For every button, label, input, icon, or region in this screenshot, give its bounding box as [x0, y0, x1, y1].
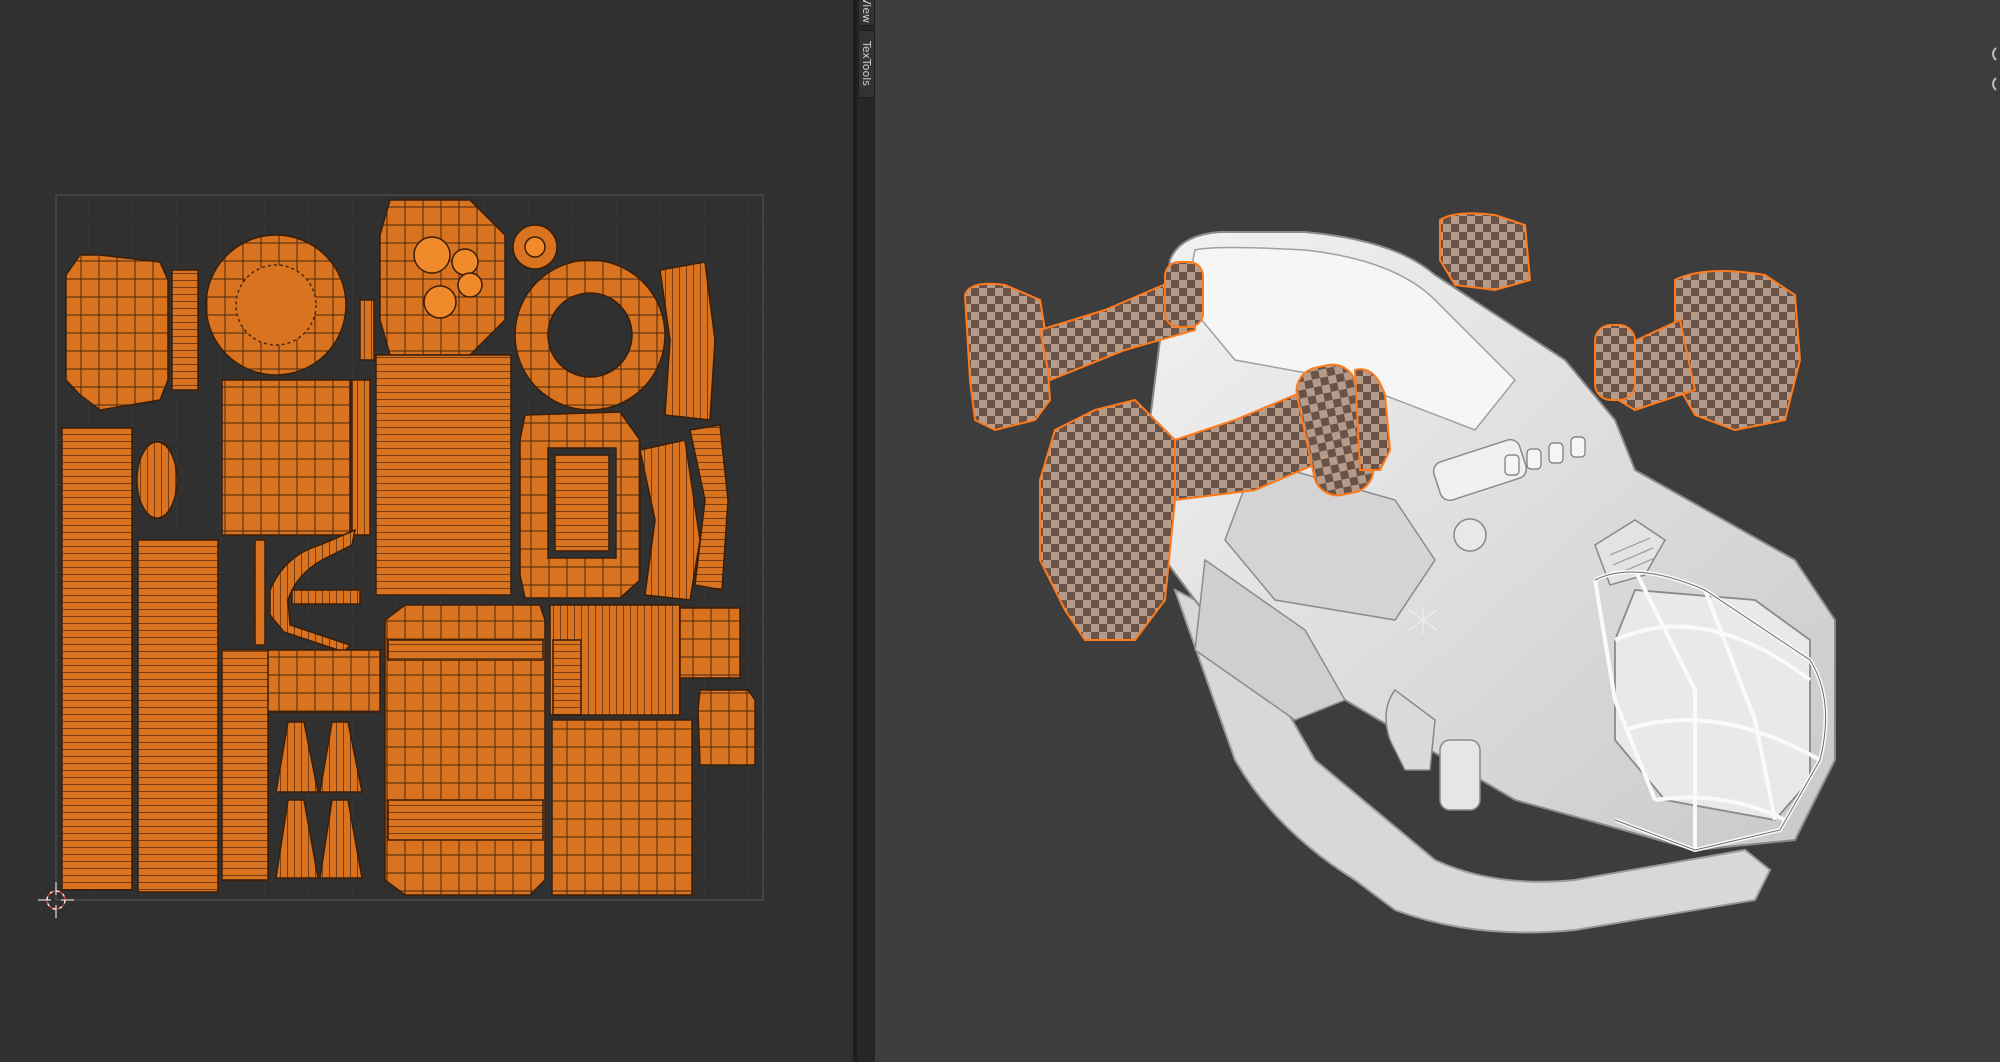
sidebar-tabs: View TexTools — [857, 0, 876, 1062]
viewport-nav-icon[interactable] — [1992, 47, 1997, 91]
tab-view[interactable]: View — [858, 0, 875, 26]
3d-viewport[interactable] — [875, 0, 2000, 1062]
uv-editor[interactable] — [0, 0, 853, 1062]
tab-textools[interactable]: TexTools — [858, 30, 875, 98]
uv-canvas[interactable] — [0, 0, 853, 1062]
uv-islands — [61, 199, 756, 896]
blender-window: View TexTools — [0, 0, 2000, 1062]
model-mesh[interactable] — [963, 212, 1836, 934]
viewport-canvas[interactable] — [875, 0, 2000, 1062]
